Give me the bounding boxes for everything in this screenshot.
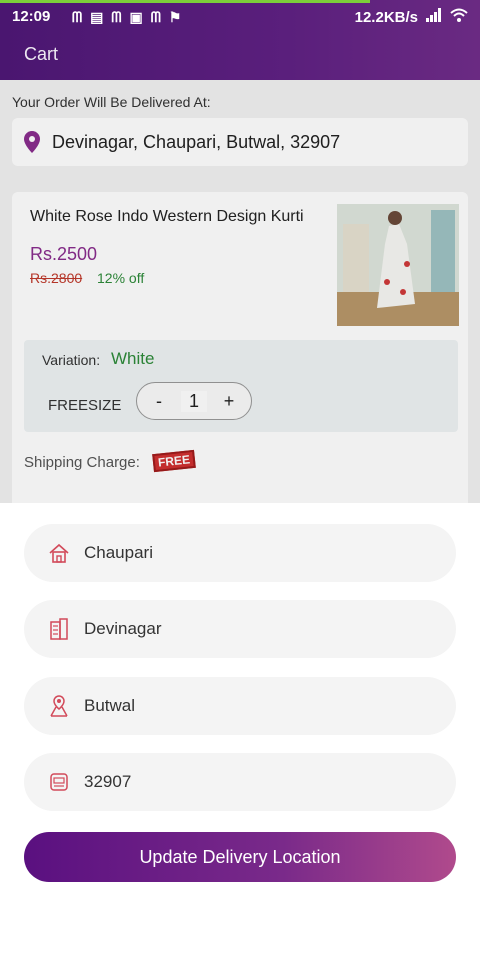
delivery-location-sheet: Chaupari Devinagar Butwal 32907 Update D… [0,503,480,960]
zip-icon [50,773,68,791]
building-icon [50,618,68,640]
home-icon [49,543,69,563]
cart-content: Your Order Will Be Delivered At: Devinag… [0,80,480,583]
zip-value: 32907 [84,772,132,791]
locality-value: Devinagar [84,619,162,638]
wifi-icon [450,8,468,26]
update-delivery-location-button[interactable]: Update Delivery Location [24,832,456,882]
location-icon [50,695,68,717]
notification-icons: ᗰ ▤ ᗰ ▣ ᗰ ⚑ [72,9,181,26]
status-bar: 12:09 ᗰ ▤ ᗰ ▣ ᗰ ⚑ 12.2KB/s [12,8,468,28]
m-icon: ᗰ [72,9,83,25]
area-value: Chaupari [84,543,153,562]
zip-field[interactable]: 32907 [24,753,456,811]
loading-progress-bar [0,0,370,3]
city-field[interactable]: Butwal [24,677,456,735]
signal-icon [426,8,442,26]
app-header: 12:09 ᗰ ▤ ᗰ ▣ ᗰ ⚑ 12.2KB/s Cart [0,0,480,80]
m-icon: ᗰ [111,9,122,25]
flag-icon: ⚑ [168,9,182,25]
city-value: Butwal [84,696,136,715]
network-speed: 12.2KB/s [354,8,418,26]
news-icon: ▤ [90,9,104,25]
status-time: 12:09 [12,8,51,25]
gallery-icon: ▣ [129,9,143,25]
locality-field[interactable]: Devinagar [24,600,456,658]
page-title: Cart [24,44,59,64]
m-icon: ᗰ [150,9,161,25]
area-field[interactable]: Chaupari [24,524,456,582]
